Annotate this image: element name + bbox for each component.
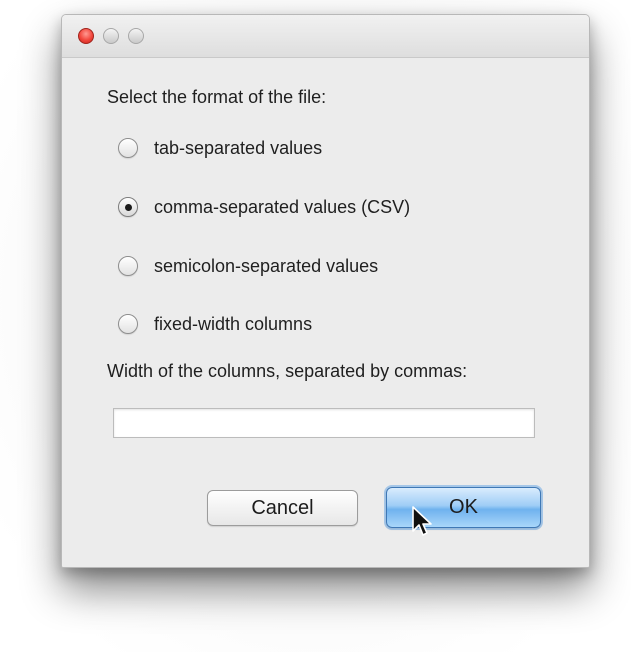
format-prompt: Select the format of the file: [107, 87, 327, 107]
zoom-window-icon[interactable] [128, 28, 144, 44]
option-label: semicolon-separated values [154, 255, 379, 276]
mouse-pointer-icon [412, 506, 432, 536]
radio-tab-separated[interactable] [118, 138, 138, 158]
option-label: tab-separated values [154, 137, 323, 158]
option-label: comma-separated values (CSV) [154, 196, 411, 217]
title-bar[interactable] [62, 15, 589, 58]
option-fixed-width[interactable]: fixed-width columns [118, 311, 312, 337]
option-tab-separated[interactable]: tab-separated values [118, 135, 322, 161]
close-window-icon[interactable] [78, 28, 94, 44]
radio-semicolon-separated[interactable] [118, 256, 138, 276]
cancel-button[interactable]: Cancel [207, 490, 358, 526]
radio-comma-separated[interactable] [118, 197, 138, 217]
minimize-window-icon[interactable] [103, 28, 119, 44]
ok-button[interactable]: OK [386, 487, 541, 528]
option-comma-separated[interactable]: comma-separated values (CSV) [118, 194, 410, 220]
option-label: fixed-width columns [154, 313, 313, 334]
option-semicolon-separated[interactable]: semicolon-separated values [118, 253, 378, 279]
radio-fixed-width[interactable] [118, 314, 138, 334]
column-width-label: Width of the columns, separated by comma… [107, 361, 468, 381]
column-width-input[interactable] [113, 408, 535, 438]
format-dialog: Select the format of the file: tab-separ… [61, 14, 590, 568]
